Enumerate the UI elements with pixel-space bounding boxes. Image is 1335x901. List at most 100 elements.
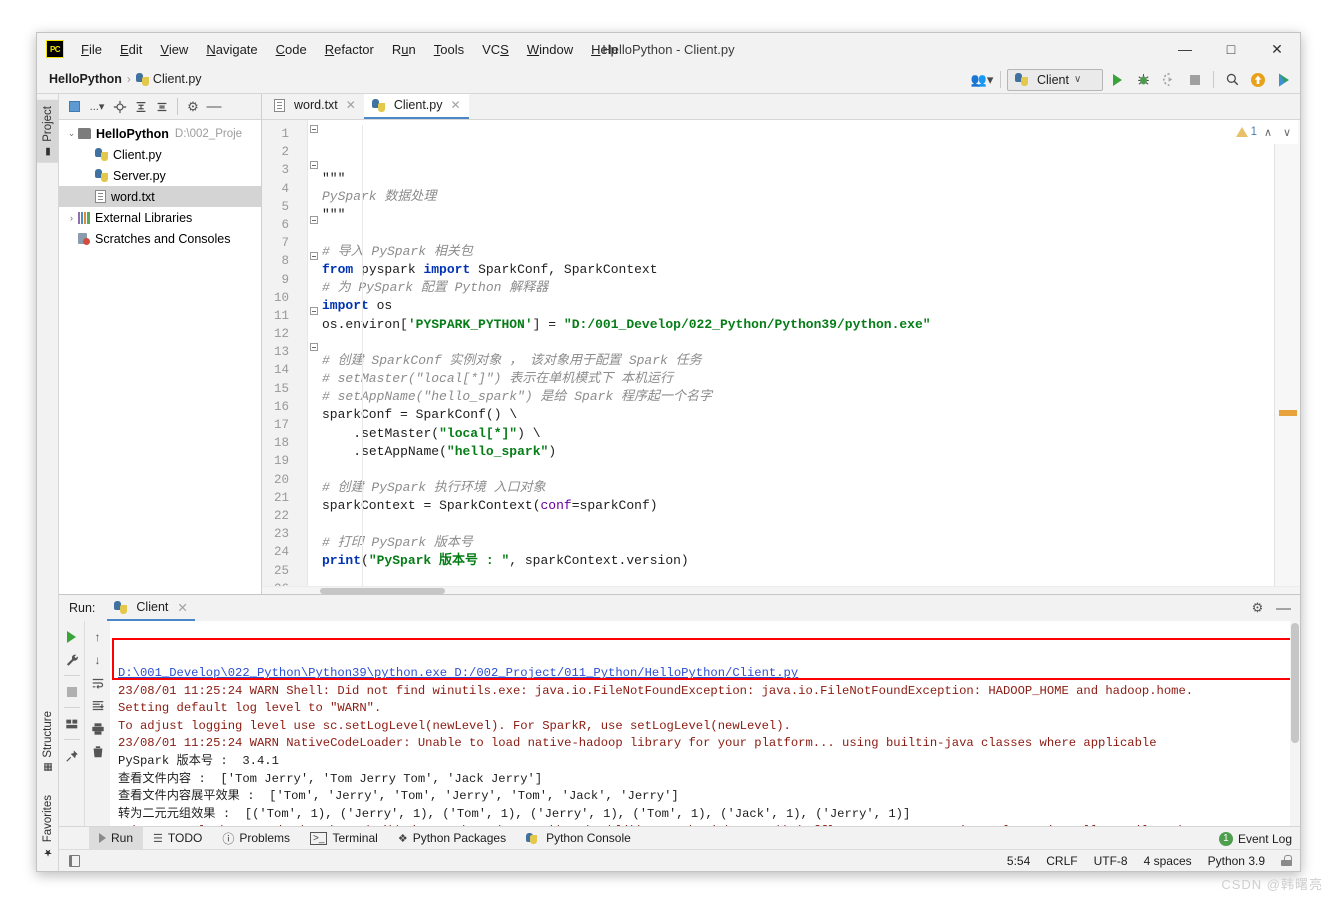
trash-icon[interactable] — [87, 741, 108, 762]
fold-marker[interactable] — [310, 161, 318, 169]
code-editor[interactable]: 1 2 3 4 5 6 7 8 9 10 11 12 13 14 15 16 17 18 19 20 21 22 23 24 2… — [262, 120, 1300, 586]
tree-item-client-py[interactable]: Client.py — [59, 144, 261, 165]
hide-panel-icon[interactable]: — — [204, 97, 224, 117]
code-text[interactable]: """ PySpark 数据处理 """ # 导入 PySpark 相关包 from … — [320, 120, 1274, 586]
run-tab-client[interactable]: Client ✕ — [107, 595, 195, 621]
breadcrumb-file[interactable]: Client.py — [153, 72, 202, 86]
menu-view[interactable]: View — [151, 39, 197, 60]
minimize-button[interactable]: — — [1162, 33, 1208, 65]
editor-markup-stripe[interactable] — [1274, 120, 1300, 586]
menu-refactor[interactable]: Refactor — [316, 39, 383, 60]
wrench-icon[interactable] — [61, 649, 82, 670]
pin-icon[interactable] — [61, 745, 82, 766]
inspection-widget[interactable]: 1 ∧ ∨ — [1232, 120, 1298, 144]
update-project-icon[interactable] — [1246, 68, 1270, 91]
python-interpreter[interactable]: Python 3.9 — [1208, 854, 1265, 868]
status-bar-left[interactable] — [59, 854, 89, 867]
tree-item-hellopython[interactable]: ⌄ HelloPython D:\002_Proje — [59, 123, 261, 144]
sidebar-item-project[interactable]: ▮ Project — [37, 100, 59, 163]
menu-run[interactable]: Run — [383, 39, 425, 60]
close-icon[interactable]: ✕ — [177, 600, 187, 615]
editor-tab-client-py[interactable]: Client.py ✕ — [363, 93, 469, 119]
soft-wrap-icon[interactable] — [87, 672, 108, 693]
line-separator[interactable]: CRLF — [1046, 854, 1077, 868]
error-stripe-marker[interactable] — [1279, 410, 1297, 416]
run-tool-header: Run: Client ✕ ⚙ — — [59, 595, 1300, 621]
tree-expand-arrow-icon[interactable]: ⌄ — [65, 128, 78, 139]
close-button[interactable]: ✕ — [1254, 33, 1300, 65]
fold-marker[interactable] — [310, 252, 318, 260]
locate-file-icon[interactable] — [110, 97, 130, 117]
tree-item-word-txt[interactable]: word.txt — [59, 186, 261, 207]
scratches-icon — [78, 232, 90, 245]
console-command-line[interactable]: D:\001_Develop\022_Python\Python39\pytho… — [110, 665, 1300, 683]
console-vertical-scrollbar[interactable] — [1290, 621, 1300, 826]
project-view-dropdown[interactable]: ... ▾ — [85, 97, 109, 117]
run-icon[interactable] — [1105, 68, 1129, 91]
expand-all-icon[interactable] — [131, 97, 151, 117]
code-folding-column[interactable] — [308, 120, 320, 586]
tree-item-scratches-and-consoles[interactable]: Scratches and Consoles — [59, 228, 261, 249]
bottom-tab-terminal[interactable]: >_ Terminal — [300, 827, 388, 850]
arrow-down-icon[interactable]: ↓ — [87, 649, 108, 670]
run-console-output[interactable]: D:\001_Develop\022_Python\Python39\pytho… — [110, 621, 1300, 826]
editor-horizontal-scrollbar[interactable] — [262, 586, 1300, 594]
scroll-to-end-icon[interactable] — [87, 695, 108, 716]
gear-icon[interactable]: ⚙ — [1247, 598, 1268, 619]
layout-icon[interactable] — [61, 713, 82, 734]
editor-tab-word-txt[interactable]: word.txt ✕ — [266, 93, 364, 119]
menu-tools[interactable]: Tools — [425, 39, 473, 60]
event-log-button[interactable]: 1 Event Log — [1218, 827, 1292, 850]
collapse-all-icon[interactable] — [152, 97, 172, 117]
print-icon[interactable] — [87, 718, 108, 739]
rerun-icon[interactable] — [61, 626, 82, 647]
bottom-tab-run[interactable]: Run — [89, 826, 144, 850]
sidebar-item-structure[interactable]: ▦ Structure — [37, 705, 59, 779]
menu-edit[interactable]: Edit — [111, 39, 151, 60]
project-view-selector-icon[interactable] — [64, 97, 84, 117]
menu-vcs[interactable]: VCS — [473, 39, 518, 60]
menu-navigate[interactable]: Navigate — [197, 39, 266, 60]
breadcrumb-project[interactable]: HelloPython — [49, 72, 122, 86]
share-icon[interactable]: 👥▾ — [970, 68, 994, 91]
fold-marker[interactable] — [310, 307, 318, 315]
run-configuration-selector[interactable]: Client ∨ — [1007, 68, 1103, 91]
profile-icon[interactable] — [1272, 68, 1296, 91]
fold-marker[interactable] — [310, 125, 318, 133]
indent-setting[interactable]: 4 spaces — [1144, 854, 1192, 868]
run-with-coverage-icon[interactable] — [1157, 68, 1181, 91]
stop-icon[interactable] — [61, 681, 82, 702]
arrow-up-icon[interactable]: ↑ — [87, 626, 108, 647]
menu-window[interactable]: Window — [518, 39, 582, 60]
tree-expand-arrow-icon[interactable]: › — [65, 213, 78, 223]
bottom-tab-todo[interactable]: ☰ TODO — [143, 827, 212, 850]
maximize-button[interactable]: □ — [1208, 33, 1254, 65]
search-icon[interactable] — [1220, 68, 1244, 91]
close-icon[interactable]: ✕ — [346, 98, 356, 112]
chevron-up-icon[interactable]: ∧ — [1260, 126, 1276, 139]
fold-marker[interactable] — [310, 343, 318, 351]
bottom-tab-problems[interactable]: ⓘ Problems — [212, 827, 300, 850]
bottom-tab-python-console[interactable]: Python Console — [516, 827, 641, 850]
fold-marker[interactable] — [310, 216, 318, 224]
caret-position[interactable]: 5:54 — [1007, 854, 1030, 868]
debug-icon[interactable] — [1131, 68, 1155, 91]
bottom-tab-python-packages[interactable]: ❖ Python Packages — [388, 827, 516, 850]
menu-code[interactable]: Code — [267, 39, 316, 60]
stop-icon[interactable] — [1183, 68, 1207, 91]
sidebar-item-favorites[interactable]: ★ Favorites — [37, 789, 59, 863]
menu-file[interactable]: File — [72, 39, 111, 60]
code-line: # setAppName("hello_spark") 是给 Spark 程序起… — [322, 389, 713, 405]
scrollbar-thumb[interactable] — [1291, 623, 1299, 743]
hide-panel-icon[interactable]: — — [1273, 598, 1294, 619]
lock-icon[interactable] — [1281, 855, 1292, 866]
chevron-down-icon[interactable]: ∨ — [1279, 126, 1295, 139]
tree-item-server-py[interactable]: Server.py — [59, 165, 261, 186]
close-icon[interactable]: ✕ — [450, 98, 460, 112]
scrollbar-thumb[interactable] — [320, 588, 445, 594]
gear-icon[interactable]: ⚙ — [183, 97, 203, 117]
pycharm-window: PC File Edit View Navigate Code Refactor… — [36, 32, 1301, 872]
file-encoding[interactable]: UTF-8 — [1094, 854, 1128, 868]
toggle-toolbar-icon[interactable] — [68, 854, 80, 867]
tree-item-external-libraries[interactable]: › External Libraries — [59, 207, 261, 228]
